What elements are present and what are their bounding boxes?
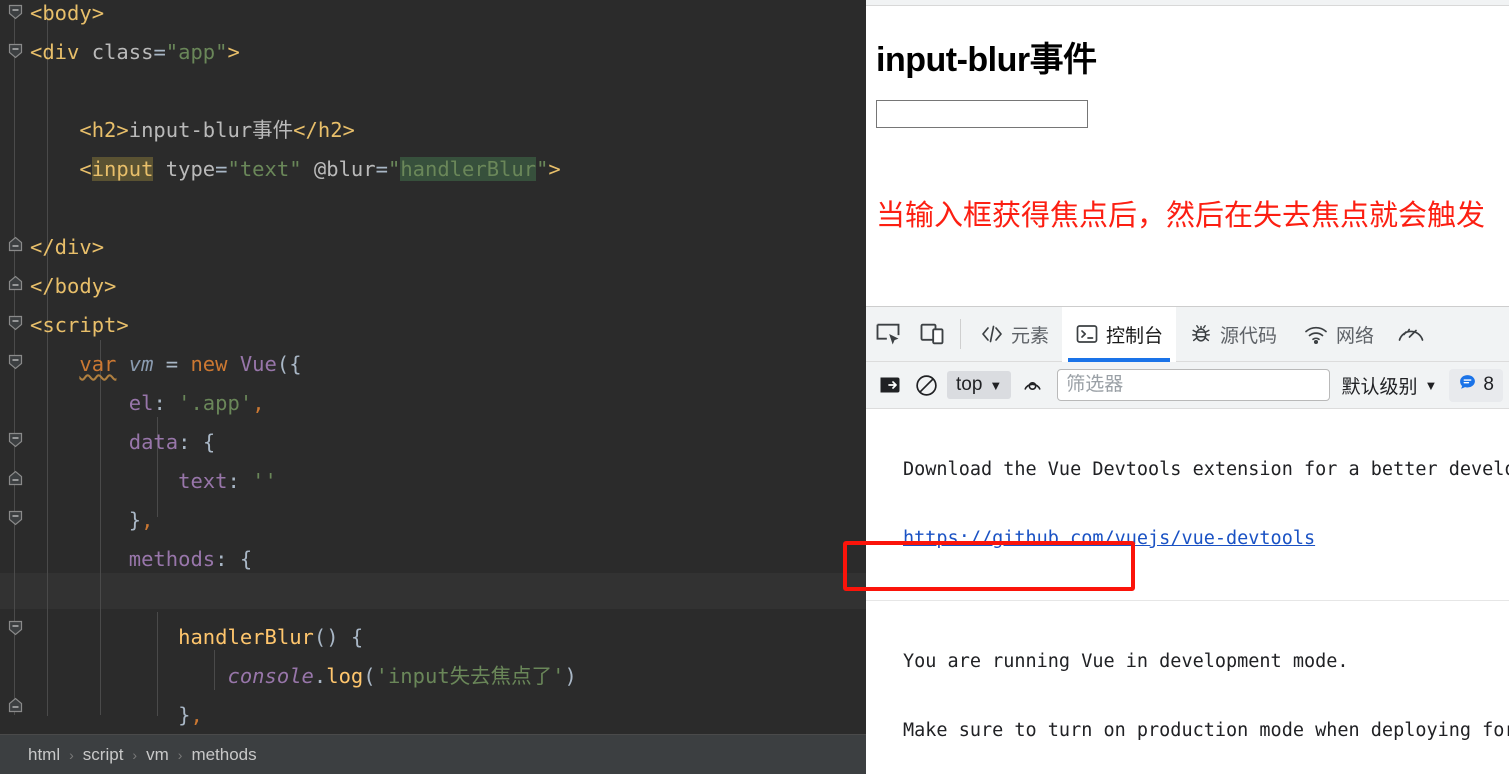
tab-console-label: 控制台 (1106, 325, 1164, 347)
code-line[interactable]: console.log('input失去焦点了') (0, 657, 866, 696)
chevron-down-icon: ▼ (989, 377, 1003, 393)
tab-sources-label: 源代码 (1220, 325, 1278, 347)
page-note-text: 当输入框获得焦点后，然后在失去焦点就会触发 (876, 200, 1486, 232)
code-editor-panel[interactable]: <body> <div class="app"> <h2>input-blur事… (0, 0, 866, 774)
console-message[interactable]: You are running Vue in development mode.… (866, 601, 1509, 774)
rendered-page[interactable]: input-blur事件 当输入框获得焦点后，然后在失去焦点就会触发 (866, 6, 1509, 306)
toolbar-divider (960, 319, 961, 349)
console-sidebar-icon[interactable] (872, 367, 908, 403)
tab-elements[interactable]: 元素 (967, 307, 1062, 362)
speech-bubble-icon (1458, 373, 1477, 398)
console-message-list[interactable]: Download the Vue Devtools extension for … (866, 409, 1509, 774)
code-lines[interactable]: <body> <div class="app"> <h2>input-blur事… (0, 0, 866, 734)
inspect-element-icon[interactable] (866, 312, 910, 356)
console-message[interactable]: Download the Vue Devtools extension for … (866, 409, 1509, 601)
breadcrumb-separator-icon: › (177, 746, 183, 763)
console-message-line: You are running Vue in development mode. (903, 651, 1349, 672)
bug-icon (1189, 323, 1213, 345)
devtools-tabbar[interactable]: 元素 控制台 源代码 网络 (866, 306, 1509, 362)
clear-console-icon[interactable] (908, 367, 944, 403)
code-line[interactable]: <input type="text" @blur="handlerBlur"> (0, 150, 866, 189)
code-line[interactable]: text: '' (0, 462, 866, 501)
code-line[interactable]: }, (0, 501, 866, 540)
code-line[interactable]: </body> (0, 267, 866, 306)
tab-network-label: 网络 (1336, 325, 1375, 347)
blur-text-input[interactable] (876, 100, 1088, 128)
code-line[interactable]: </div> (0, 228, 866, 267)
tab-performance[interactable] (1387, 307, 1435, 362)
console-message-line: Make sure to turn on production mode whe… (903, 720, 1509, 741)
breadcrumb-item-script[interactable]: script (83, 745, 124, 765)
tab-elements-label: 元素 (1011, 325, 1050, 347)
code-line[interactable]: var vm = new Vue({ (0, 345, 866, 384)
device-toolbar-icon[interactable] (910, 312, 954, 356)
message-count-value: 8 (1483, 374, 1494, 395)
code-line[interactable] (0, 189, 866, 228)
breadcrumb-item-html[interactable]: html (28, 745, 60, 765)
chevron-down-icon: ▼ (1424, 377, 1438, 393)
code-line[interactable]: methods: { (0, 540, 866, 579)
console-terminal-icon (1075, 323, 1099, 345)
log-levels-value: 默认级别 (1341, 376, 1418, 398)
message-count-badge[interactable]: 8 (1449, 368, 1503, 402)
tab-network[interactable]: 网络 (1290, 307, 1387, 362)
code-text-area[interactable]: <body> <div class="app"> <h2>input-blur事… (0, 0, 866, 734)
tab-console[interactable]: 控制台 (1062, 306, 1177, 362)
code-line[interactable]: handlerBlur() { (0, 618, 866, 657)
execution-context-value: top (956, 374, 983, 395)
devtools-panel[interactable]: 元素 控制台 源代码 网络 top ▼ 筛选器 默认级别 ▼ 8 Downloa… (866, 306, 1509, 774)
wifi-icon (1303, 323, 1329, 345)
console-filter-input[interactable] (1057, 369, 1330, 401)
page-title: input-blur事件 (876, 41, 1097, 79)
browser-panel[interactable]: input-blur事件 当输入框获得焦点后，然后在失去焦点就会触发 元素 控制… (866, 0, 1509, 774)
performance-gauge-icon (1397, 322, 1425, 346)
code-line[interactable] (0, 579, 866, 618)
console-message-link[interactable]: https://github.com/vuejs/vue-devtools (866, 527, 1509, 550)
code-line[interactable]: <script> (0, 306, 866, 345)
code-line[interactable]: <h2>input-blur事件</h2> (0, 111, 866, 150)
breadcrumb-item-methods[interactable]: methods (191, 745, 256, 765)
code-line[interactable]: el: '.app', (0, 384, 866, 423)
code-line[interactable]: data: { (0, 423, 866, 462)
eye-icon[interactable] (1014, 367, 1050, 403)
breadcrumb[interactable]: html › script › vm › methods (0, 734, 866, 774)
code-line[interactable]: <body> (0, 0, 866, 33)
console-filter-bar[interactable]: top ▼ 默认级别 ▼ (866, 362, 1509, 409)
tab-sources[interactable]: 源代码 (1176, 307, 1290, 362)
screenshot-root: <body> <div class="app"> <h2>input-blur事… (0, 0, 1509, 774)
breadcrumb-separator-icon: › (69, 746, 74, 763)
breadcrumb-item-vm[interactable]: vm (146, 745, 169, 765)
code-line[interactable] (0, 72, 866, 111)
code-line[interactable]: }, (0, 696, 866, 734)
console-message-line: Download the Vue Devtools extension for … (903, 459, 1509, 480)
breadcrumb-separator-icon: › (132, 746, 138, 763)
code-brackets-icon (980, 323, 1004, 345)
execution-context-select[interactable]: top ▼ (947, 371, 1012, 399)
code-line[interactable]: <div class="app"> (0, 33, 866, 72)
log-levels-select[interactable]: 默认级别 ▼ (1337, 372, 1443, 399)
